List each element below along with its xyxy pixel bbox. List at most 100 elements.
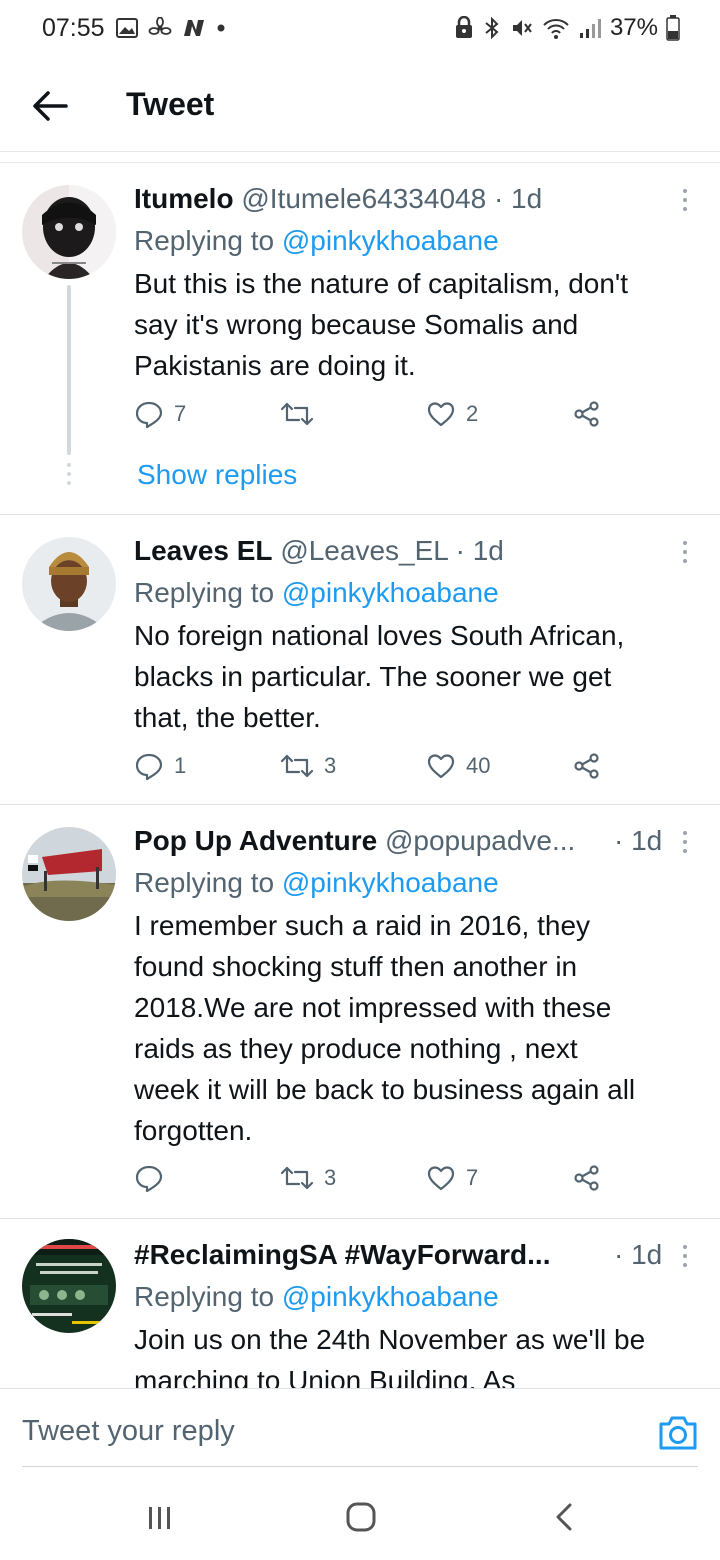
mention-link[interactable]: @pinkykhoabane	[282, 867, 499, 898]
home-icon[interactable]	[345, 1501, 377, 1533]
camera-button[interactable]	[656, 1413, 700, 1453]
replying-to: Replying to @pinkykhoabane	[134, 867, 499, 899]
like-button[interactable]: 2	[426, 399, 478, 429]
reply-button[interactable]	[134, 1163, 174, 1193]
reply-feed: Itumelo @Itumele64334048 · 1d Replying t…	[0, 162, 720, 1388]
retweet-button[interactable]	[280, 399, 324, 429]
avatar[interactable]	[22, 185, 116, 279]
share-button[interactable]	[572, 1163, 602, 1193]
retweet-icon	[280, 1166, 314, 1190]
reply-tweet[interactable]: Pop Up Adventure @popupadve... · 1d Repl…	[0, 805, 720, 1219]
tweet-time: · 1d	[614, 825, 663, 856]
status-left-icons	[116, 17, 226, 39]
reply-count: 7	[174, 401, 187, 426]
mention-link[interactable]: @pinkykhoabane	[282, 1281, 499, 1312]
status-bar: 07:55 37%	[0, 0, 720, 60]
like-button[interactable]: 40	[426, 751, 490, 781]
tweet-time: · 1d	[455, 535, 504, 566]
author-handle[interactable]: @popupadve...	[385, 825, 575, 856]
replying-prefix: Replying to	[134, 867, 275, 898]
tweet-text-line: blacks in particular. The sooner we get	[134, 661, 612, 692]
heart-icon	[427, 402, 455, 427]
battery-icon	[666, 15, 680, 41]
share-icon	[574, 401, 599, 427]
tweet-text: But this is the nature of capitalism, do…	[134, 263, 700, 386]
tweet-time: · 1d	[493, 183, 543, 214]
author-name[interactable]: Pop Up Adventure	[134, 825, 377, 856]
thread-line	[67, 285, 71, 455]
tweet-header: Leaves EL @Leaves_EL · 1d	[134, 535, 656, 567]
mute-icon	[512, 20, 532, 36]
mention-link[interactable]: @pinkykhoabane	[282, 225, 499, 256]
retweet-count: 3	[324, 1165, 337, 1190]
more-options-icon[interactable]	[678, 1241, 692, 1271]
camera-icon	[659, 1416, 697, 1450]
tweet-header: Pop Up Adventure @popupadve...	[134, 825, 608, 857]
arrow-left-icon	[33, 91, 68, 121]
tweet-text-line: Pakistanis are doing it.	[134, 350, 416, 381]
retweet-count: 3	[324, 753, 337, 778]
show-replies-link[interactable]: Show replies	[137, 459, 297, 491]
author-name[interactable]: Leaves EL	[134, 535, 273, 566]
reply-icon	[135, 1165, 163, 1193]
reply-tweet[interactable]: #ReclaimingSA #WayForward... · 1d Replyi…	[0, 1219, 720, 1388]
reply-tweet[interactable]: Itumelo @Itumele64334048 · 1d Replying t…	[0, 163, 720, 515]
reply-icon	[135, 401, 163, 429]
retweet-icon	[280, 402, 314, 426]
replying-prefix: Replying to	[134, 225, 275, 256]
more-options-icon[interactable]	[678, 537, 692, 567]
replying-to: Replying to @pinkykhoabane	[134, 1281, 499, 1313]
status-right-icons: 37%	[454, 14, 680, 42]
share-button[interactable]	[572, 399, 602, 429]
tweet-text-line: I remember such a raid in 2016, they	[134, 910, 591, 941]
share-button[interactable]	[572, 751, 602, 781]
share-icon	[574, 1165, 599, 1191]
wifi-icon	[543, 19, 569, 39]
nav-back-icon[interactable]	[552, 1502, 576, 1532]
replying-to: Replying to @pinkykhoabane	[134, 577, 499, 609]
author-handle[interactable]: @Leaves_EL	[280, 535, 448, 566]
tweet-actions: 7 2	[134, 399, 614, 439]
more-options-icon[interactable]	[678, 827, 692, 857]
mention-link[interactable]: @pinkykhoabane	[282, 577, 499, 608]
author-name[interactable]: Itumelo	[134, 183, 234, 214]
reply-input-underline	[22, 1466, 698, 1467]
tweet-text-line: 2018.We are not impressed with these	[134, 992, 612, 1023]
signal-icon	[579, 19, 601, 38]
reply-icon	[135, 753, 163, 781]
system-nav-bar	[0, 1470, 720, 1560]
tweet-header: Itumelo @Itumele64334048 · 1d	[134, 183, 656, 215]
author-handle[interactable]: @Itumele64334048	[241, 183, 486, 214]
recent-apps-icon[interactable]	[145, 1503, 175, 1533]
tweet-actions: 1 3 40	[134, 751, 614, 791]
tweet-text-line: forgotten.	[134, 1115, 253, 1146]
avatar[interactable]	[22, 537, 116, 631]
heart-icon	[427, 1166, 455, 1191]
like-button[interactable]: 7	[426, 1163, 478, 1193]
back-button[interactable]	[28, 86, 72, 126]
tweet-text-line: marching to Union Building. As	[134, 1365, 516, 1388]
reply-button[interactable]: 7	[134, 399, 186, 429]
avatar[interactable]	[22, 1239, 116, 1333]
replying-prefix: Replying to	[134, 577, 275, 608]
dot-icon	[217, 24, 225, 32]
status-time: 07:55	[42, 14, 105, 42]
tweet-time: · 1d	[614, 1239, 663, 1270]
tweet-text-line: that, the better.	[134, 702, 321, 733]
reply-button[interactable]: 1	[134, 751, 186, 781]
page-title: Tweet	[126, 86, 215, 122]
tweet-text-line: No foreign national loves South African,	[134, 620, 625, 651]
more-options-icon[interactable]	[678, 185, 692, 215]
replying-to: Replying to @pinkykhoabane	[134, 225, 499, 257]
like-count: 40	[466, 753, 491, 778]
reply-input[interactable]: Tweet your reply	[22, 1415, 235, 1448]
reply-composer: Tweet your reply	[0, 1388, 720, 1468]
retweet-button[interactable]: 3	[280, 1163, 336, 1193]
tweet-text: I remember such a raid in 2016, they fou…	[134, 905, 700, 1151]
lock-icon	[455, 16, 472, 38]
avatar[interactable]	[22, 827, 116, 921]
author-name[interactable]: #ReclaimingSA #WayForward...	[134, 1239, 551, 1270]
bluetooth-icon	[485, 16, 499, 40]
retweet-button[interactable]: 3	[280, 751, 336, 781]
reply-tweet[interactable]: Leaves EL @Leaves_EL · 1d Replying to @p…	[0, 515, 720, 805]
